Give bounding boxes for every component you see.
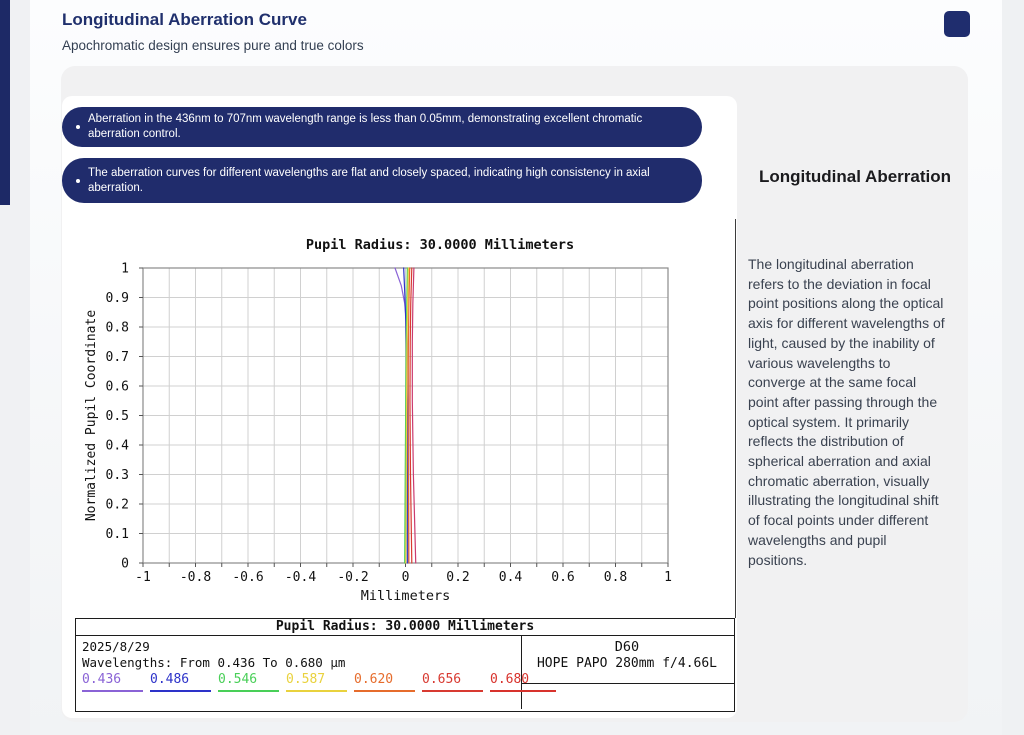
wavelength-underline bbox=[354, 690, 415, 692]
brand-square-icon bbox=[944, 11, 970, 37]
svg-text:0.3: 0.3 bbox=[106, 468, 129, 483]
wavelength-range: Wavelengths: From 0.436 To 0.680 μm bbox=[82, 655, 345, 670]
svg-text:0.6: 0.6 bbox=[551, 570, 574, 585]
svg-text:-0.2: -0.2 bbox=[337, 570, 368, 585]
wavelength-underline bbox=[286, 690, 347, 692]
wavelength-item: 0.620 bbox=[354, 672, 422, 692]
svg-text:-0.8: -0.8 bbox=[180, 570, 211, 585]
callout-chromatic-control: Aberration in the 436nm to 707nm wavelen… bbox=[62, 107, 702, 147]
wavelength-legend: 0.4360.4860.5460.5870.6200.6560.680 bbox=[82, 672, 558, 692]
aberration-chart: -1 -0.8 -0.6 -0.4 -0.2 0 0.2 0.4 0.6 0.8 1 1 0.9 0.8 0… bbox=[75, 222, 735, 618]
bullet-icon bbox=[76, 179, 80, 183]
svg-text:0.5: 0.5 bbox=[106, 409, 129, 424]
svg-text:-0.4: -0.4 bbox=[285, 570, 316, 585]
svg-text:0.8: 0.8 bbox=[106, 321, 129, 336]
svg-text:0.2: 0.2 bbox=[446, 570, 469, 585]
wavelength-item: 0.587 bbox=[286, 672, 354, 692]
lens-name: HOPE PAPO 280mm f/4.66L bbox=[521, 656, 733, 671]
svg-text:Pupil Radius: 30.0000 Millimet: Pupil Radius: 30.0000 Millimeters bbox=[306, 237, 574, 253]
callout-text: Aberration in the 436nm to 707nm wavelen… bbox=[88, 112, 702, 142]
svg-text:0.4: 0.4 bbox=[499, 570, 523, 585]
svg-text:0.8: 0.8 bbox=[604, 570, 627, 585]
wavelength-underline bbox=[422, 690, 483, 692]
table-body: 2025/8/29 Wavelengths: From 0.436 To 0.6… bbox=[76, 636, 734, 709]
wavelength-item: 0.680 bbox=[490, 672, 558, 692]
svg-text:0.6: 0.6 bbox=[106, 380, 129, 395]
wavelength-underline bbox=[490, 690, 556, 692]
svg-text:0.7: 0.7 bbox=[106, 350, 129, 365]
svg-text:Normalized Pupil Coordinate: Normalized Pupil Coordinate bbox=[84, 310, 99, 521]
svg-text:0.9: 0.9 bbox=[106, 291, 129, 306]
left-accent-bar bbox=[0, 0, 10, 205]
svg-text:0: 0 bbox=[121, 557, 129, 572]
wavelength-item: 0.486 bbox=[150, 672, 218, 692]
page-subtitle: Apochromatic design ensures pure and tru… bbox=[62, 38, 364, 53]
svg-text:Millimeters: Millimeters bbox=[361, 588, 450, 604]
wavelength-item: 0.436 bbox=[82, 672, 150, 692]
page-title: Longitudinal Aberration Curve bbox=[62, 10, 307, 30]
table-date: 2025/8/29 bbox=[82, 639, 150, 654]
svg-text:1: 1 bbox=[121, 262, 129, 277]
model-name: D60 bbox=[521, 639, 733, 655]
side-panel-description: The longitudinal aberration refers to th… bbox=[748, 255, 948, 570]
wavelength-underline bbox=[150, 690, 211, 692]
svg-text:0.1: 0.1 bbox=[106, 527, 129, 542]
right-margin-strip bbox=[1002, 0, 1024, 735]
svg-text:1: 1 bbox=[664, 570, 672, 585]
svg-text:-0.6: -0.6 bbox=[232, 570, 263, 585]
bullet-icon bbox=[76, 125, 80, 129]
side-panel-heading: Longitudinal Aberration bbox=[742, 167, 968, 187]
wavelength-item: 0.656 bbox=[422, 672, 490, 692]
table-header: Pupil Radius: 30.0000 Millimeters bbox=[76, 619, 734, 636]
wavelength-item: 0.546 bbox=[218, 672, 286, 692]
lens-info-table: Pupil Radius: 30.0000 Millimeters 2025/8… bbox=[75, 618, 735, 712]
wavelength-underline bbox=[82, 690, 143, 692]
wavelength-underline bbox=[218, 690, 279, 692]
callout-flat-curves: The aberration curves for different wave… bbox=[62, 158, 702, 203]
callout-text: The aberration curves for different wave… bbox=[88, 166, 702, 196]
svg-text:0: 0 bbox=[402, 570, 410, 585]
svg-text:-1: -1 bbox=[135, 570, 151, 585]
svg-text:0.4: 0.4 bbox=[106, 439, 130, 454]
aberration-chart-svg: -1 -0.8 -0.6 -0.4 -0.2 0 0.2 0.4 0.6 0.8 1 1 0.9 0.8 0… bbox=[75, 222, 735, 618]
svg-text:0.2: 0.2 bbox=[106, 498, 129, 513]
vertical-divider bbox=[735, 219, 736, 618]
